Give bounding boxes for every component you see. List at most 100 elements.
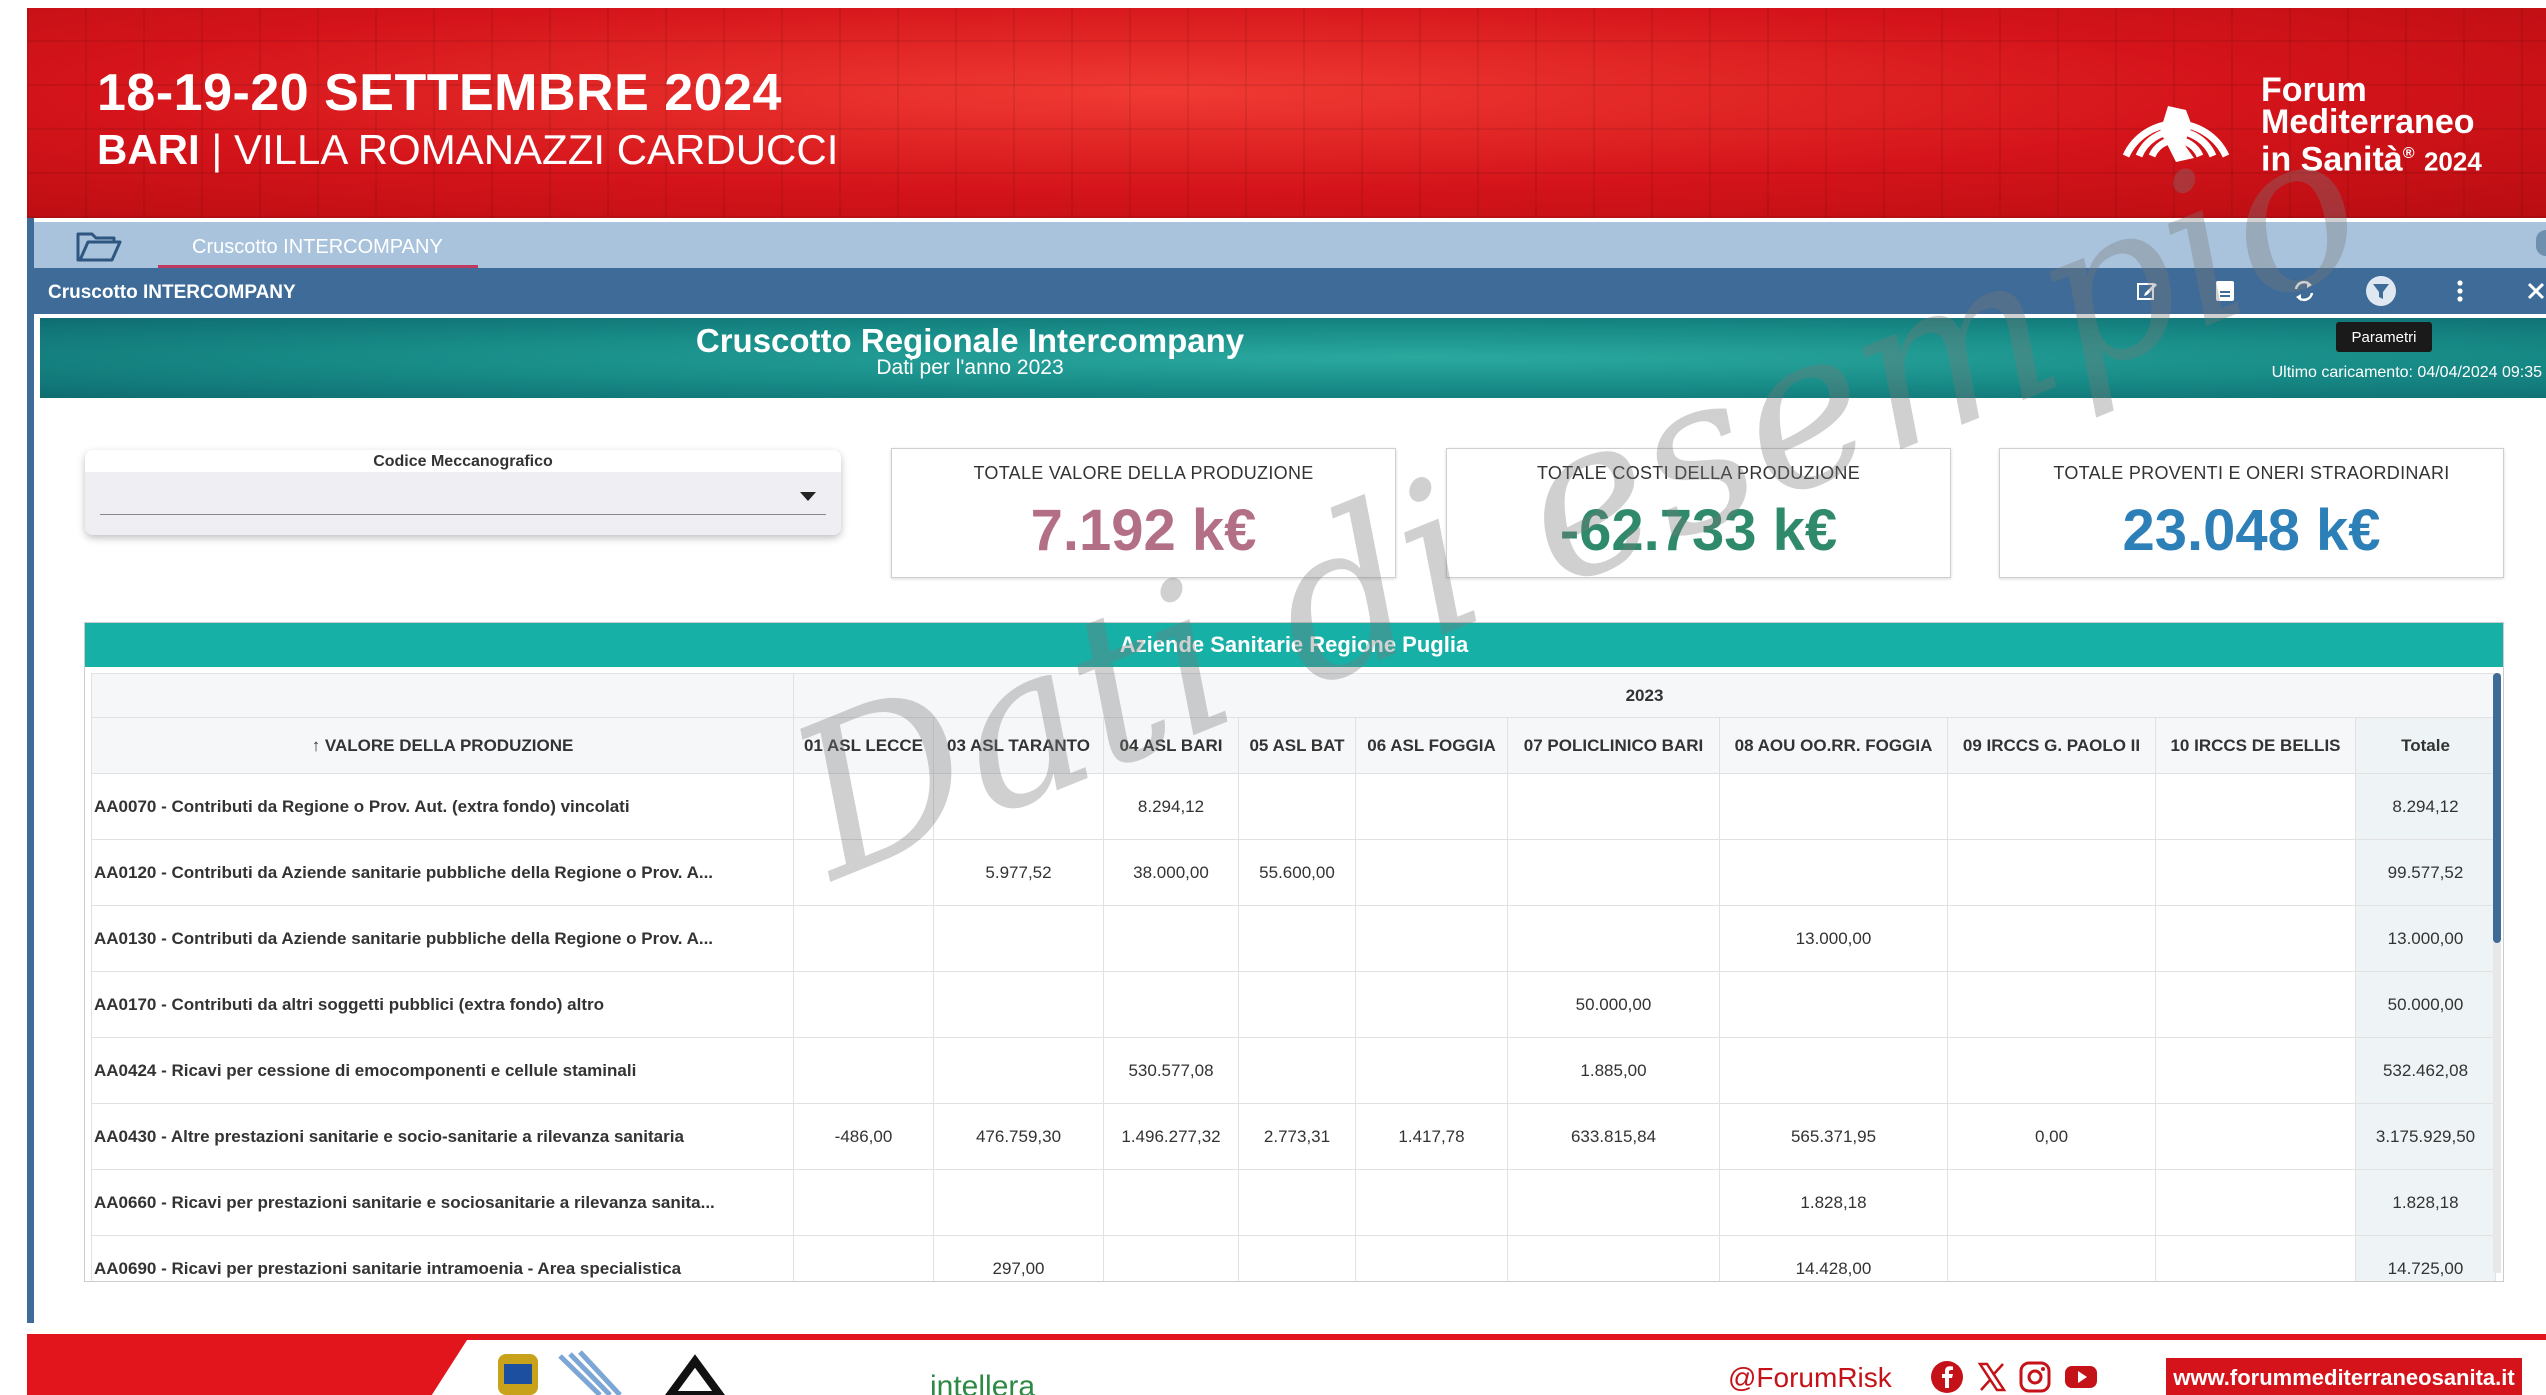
brand-line-1: Forum	[2261, 71, 2367, 109]
scrollbar-thumb[interactable]	[2493, 673, 2501, 943]
parametri-tooltip: Parametri	[2336, 322, 2432, 352]
table-cell: 1.885,00	[1507, 1037, 1720, 1104]
table-scrollbar[interactable]	[2493, 673, 2501, 1273]
table-cell	[1238, 905, 1356, 972]
table-cell	[933, 773, 1104, 840]
table-row[interactable]: AA0424 - Ricavi per cessione di emocompo…	[91, 1037, 2496, 1104]
row-label: AA0130 - Contributi da Aziende sanitarie…	[91, 905, 794, 972]
row-label: AA0660 - Ricavi per prestazioni sanitari…	[91, 1169, 794, 1236]
table-cell	[2155, 1235, 2356, 1281]
table-row[interactable]: AA0170 - Contributi da altri soggetti pu…	[91, 971, 2496, 1038]
table-cell	[1103, 1235, 1239, 1281]
facebook-icon[interactable]	[1930, 1360, 1964, 1394]
table-row[interactable]: AA0430 - Altre prestazioni sanitarie e s…	[91, 1103, 2496, 1170]
edit-icon[interactable]	[2131, 276, 2163, 306]
table-cell	[1355, 773, 1508, 840]
table-cell	[1103, 971, 1239, 1038]
table-cell	[793, 905, 934, 972]
table-row[interactable]: AA0690 - Ricavi per prestazioni sanitari…	[91, 1235, 2496, 1281]
aziende-table-panel: Aziende Sanitarie Regione Puglia 2023 ↑ …	[84, 622, 2504, 1282]
folder-open-icon[interactable]	[74, 228, 124, 264]
brand-registered: ®	[2402, 145, 2415, 162]
dashboard-subtitle: Dati per l'anno 2023	[876, 356, 1064, 379]
dropdown-arrow-icon[interactable]	[800, 492, 816, 501]
table-cell	[1238, 773, 1356, 840]
column-header[interactable]: 06 ASL FOGGIA	[1355, 717, 1508, 774]
row-total-cell: 1.828,18	[2355, 1169, 2496, 1236]
column-header[interactable]: 03 ASL TARANTO	[933, 717, 1104, 774]
table-cell	[1947, 1037, 2156, 1104]
save-icon[interactable]	[2209, 276, 2241, 306]
codice-meccanografico-select[interactable]	[85, 472, 841, 535]
table-cell	[1355, 839, 1508, 906]
column-header[interactable]: 09 IRCCS G. PAOLO II	[1947, 717, 2156, 774]
table-row[interactable]: AA0130 - Contributi da Aziende sanitarie…	[91, 905, 2496, 972]
table-cell: 565.371,95	[1719, 1103, 1948, 1170]
window-toolbar: Cruscotto INTERCOMPANY	[34, 268, 2546, 314]
youtube-icon[interactable]	[2064, 1360, 2098, 1394]
filter-icon[interactable]	[2365, 276, 2397, 306]
column-header[interactable]: 01 ASL LECCE	[793, 717, 934, 774]
event-city: BARI	[97, 126, 200, 173]
column-header[interactable]: 10 IRCCS DE BELLIS	[2155, 717, 2356, 774]
page: { "banner": { "date": "18-19-20 SETTEMBR…	[0, 0, 2546, 1395]
table-cell	[1238, 1037, 1356, 1104]
table-cell: 14.428,00	[1719, 1235, 1948, 1281]
forum-brand: Forum Mediterraneo in Sanità® 2024	[2106, 66, 2526, 176]
column-header[interactable]: 08 AOU OO.RR. FOGGIA	[1719, 717, 1948, 774]
table-row[interactable]: AA0660 - Ricavi per prestazioni sanitari…	[91, 1169, 2496, 1236]
table-row[interactable]: AA0070 - Contributi da Regione o Prov. A…	[91, 773, 2496, 840]
table-cell: 38.000,00	[1103, 839, 1239, 906]
table-cell: 530.577,08	[1103, 1037, 1239, 1104]
row-total-cell: 50.000,00	[2355, 971, 2496, 1038]
table-cell	[2155, 1103, 2356, 1170]
table-cell	[2155, 773, 2356, 840]
website-link[interactable]: www.forummediterraneosanita.it	[2166, 1358, 2522, 1395]
sort-valore-produzione-header[interactable]: ↑ VALORE DELLA PRODUZIONE	[91, 717, 794, 774]
column-header[interactable]: 04 ASL BARI	[1103, 717, 1239, 774]
table-cell: 55.600,00	[1238, 839, 1356, 906]
tab-scroll-handle[interactable]	[2536, 230, 2546, 256]
brand-line-3-text: in Sanità	[2261, 140, 2403, 179]
kpi-value: 7.192 k€	[1030, 498, 1257, 563]
x-icon[interactable]	[1975, 1360, 2009, 1394]
intellera-logo: intellera	[930, 1370, 1036, 1395]
row-label: AA0120 - Contributi da Aziende sanitarie…	[91, 839, 794, 906]
table-title: Aziende Sanitarie Regione Puglia	[85, 623, 2503, 667]
table-cell	[1947, 905, 2156, 972]
table-cell	[1355, 905, 1508, 972]
table-cell	[1947, 971, 2156, 1038]
table-cell	[2155, 839, 2356, 906]
table-cell	[1947, 773, 2156, 840]
table-cell: 13.000,00	[1719, 905, 1948, 972]
close-icon[interactable]	[2520, 276, 2546, 306]
kpi-value: 23.048 k€	[2122, 498, 2381, 563]
tab-cruscotto-intercompany[interactable]: Cruscotto INTERCOMPANY	[158, 226, 478, 268]
codice-meccanografico-filter[interactable]: Codice Meccanografico	[85, 450, 841, 535]
column-header-totale[interactable]: Totale	[2355, 717, 2496, 774]
kpi-label: TOTALE COSTI DELLA PRODUZIONE	[1536, 463, 1861, 483]
table-cell	[2155, 1169, 2356, 1236]
table-cell	[933, 1037, 1104, 1104]
table-cell	[2155, 971, 2356, 1038]
twitter-handle[interactable]: @ForumRisk	[1728, 1362, 1892, 1394]
table-cell	[2155, 905, 2356, 972]
table-cell	[1947, 839, 2156, 906]
table-cell	[1507, 839, 1720, 906]
table-cell	[1103, 905, 1239, 972]
forum-logo-icon	[2122, 106, 2230, 162]
instagram-icon[interactable]	[2018, 1360, 2052, 1394]
kpi-value: -62.733 k€	[1559, 498, 1838, 563]
table-cell	[1355, 1235, 1508, 1281]
more-vertical-icon[interactable]	[2444, 276, 2476, 306]
forum-brand-text: Forum Mediterraneo in Sanità® 2024	[2261, 71, 2482, 179]
table-cell: 8.294,12	[1103, 773, 1239, 840]
column-header[interactable]: 07 POLICLINICO BARI	[1507, 717, 1720, 774]
table-cell	[933, 905, 1104, 972]
column-header[interactable]: 05 ASL BAT	[1238, 717, 1356, 774]
table-row[interactable]: AA0120 - Contributi da Aziende sanitarie…	[91, 839, 2496, 906]
table-cell	[1238, 1235, 1356, 1281]
kpi-valore-produzione: TOTALE VALORE DELLA PRODUZIONE 7.192 k€	[891, 448, 1396, 578]
table-cell	[1103, 1169, 1239, 1236]
refresh-icon[interactable]	[2288, 276, 2320, 306]
